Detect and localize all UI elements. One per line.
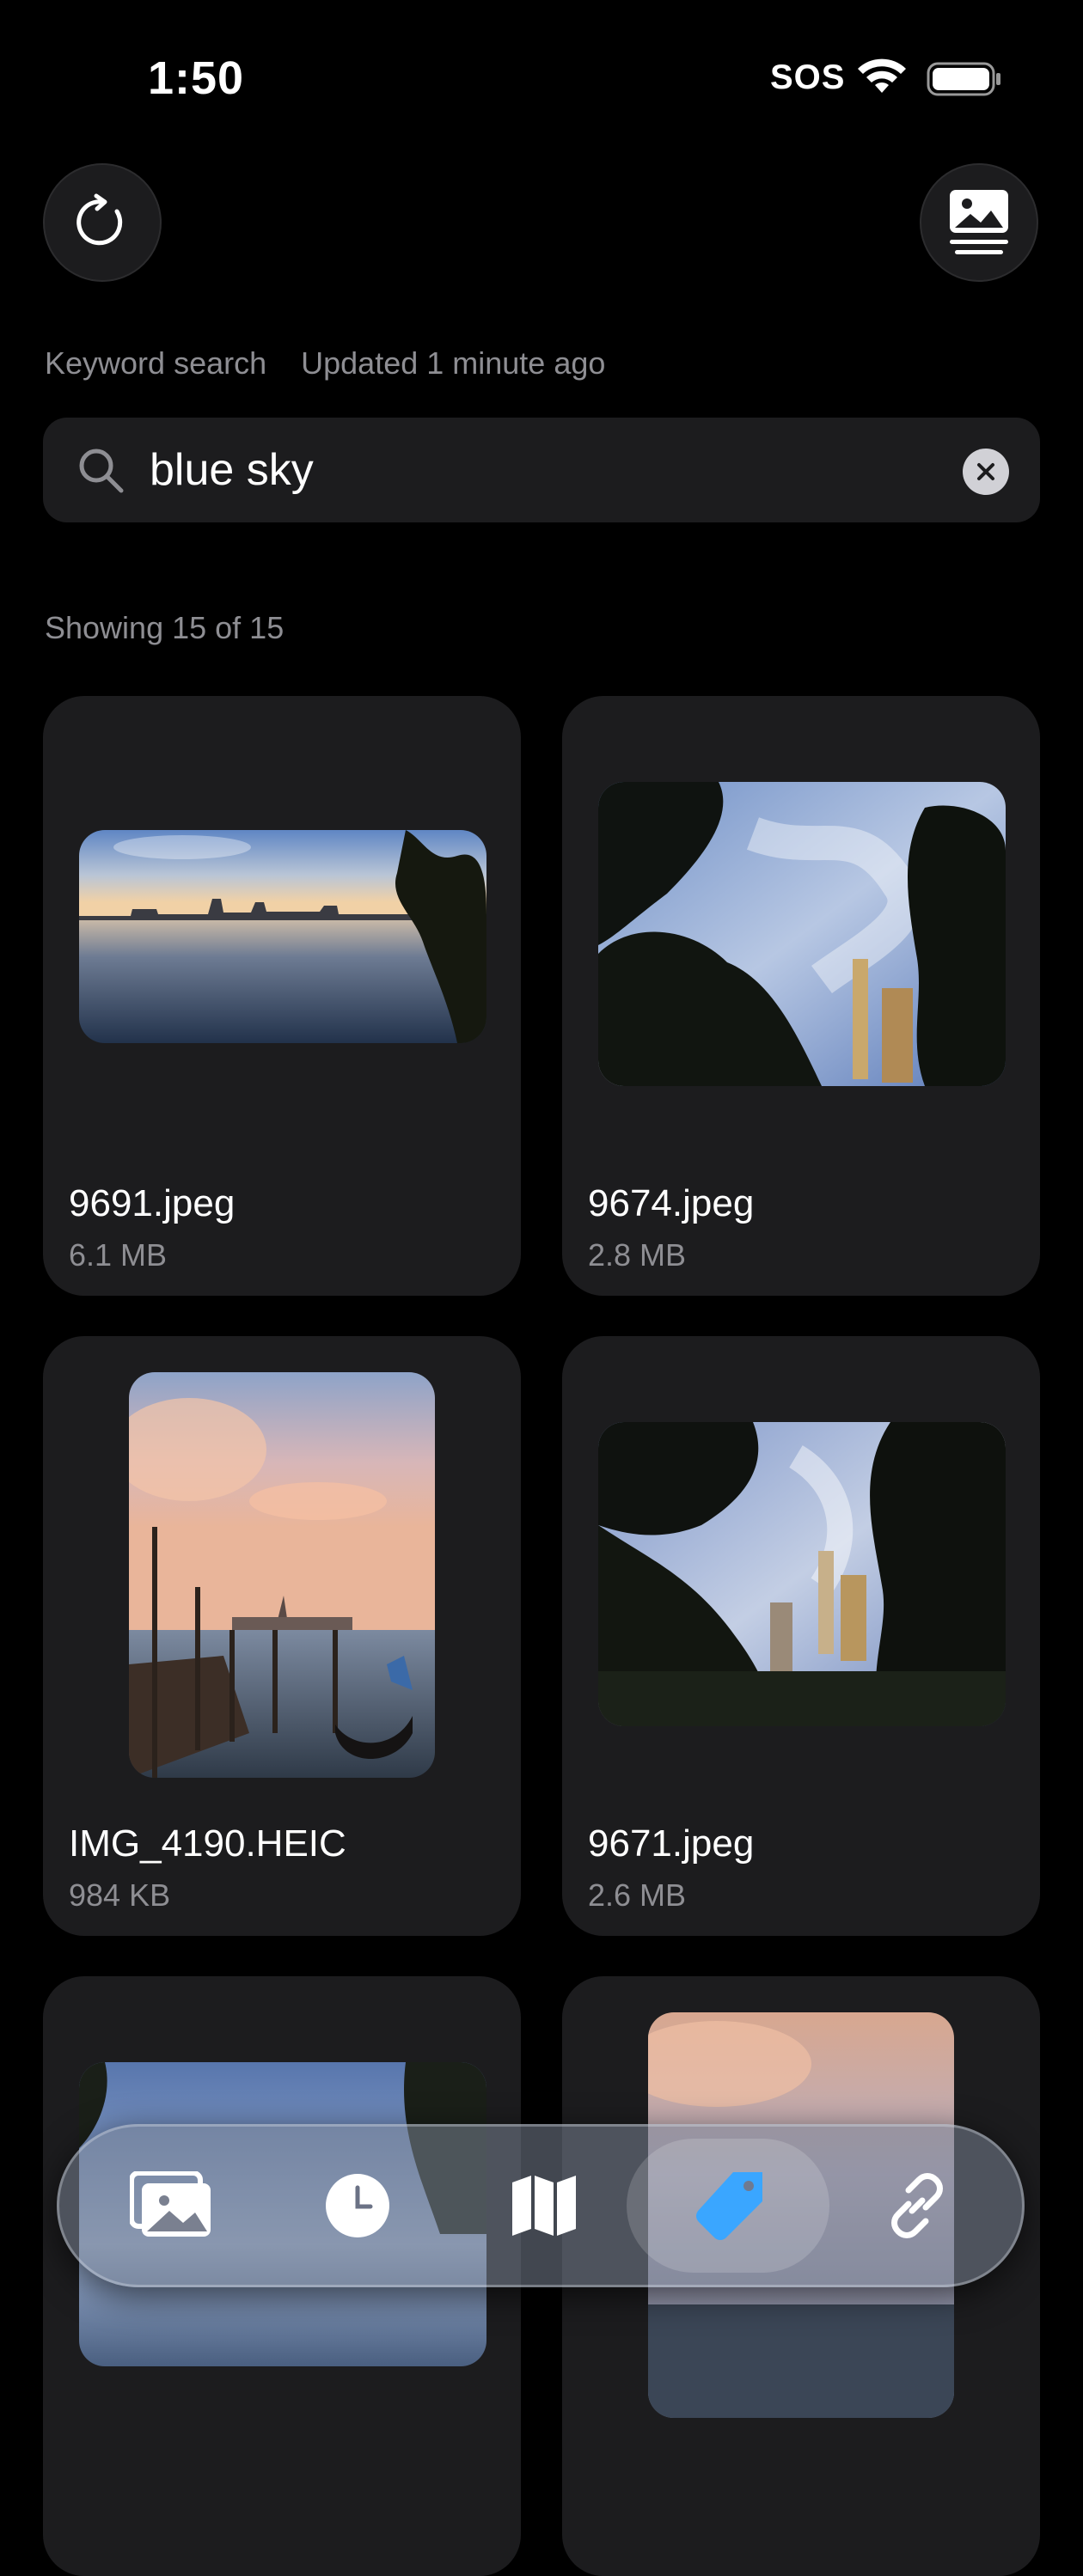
- status-time: 1:50: [148, 52, 245, 104]
- status-bar: 1:50 SOS: [0, 0, 1083, 155]
- search-input[interactable]: blue sky: [150, 443, 314, 497]
- tag-icon: [696, 2172, 762, 2240]
- results-summary: Showing 15 of 15: [45, 610, 285, 645]
- photo-size: 2.8 MB: [588, 1237, 687, 1273]
- search-mode-label[interactable]: Keyword search: [45, 345, 266, 382]
- photo-card[interactable]: IMG_4190.HEIC 984 KB: [43, 1336, 521, 1936]
- search-icon: [79, 449, 124, 493]
- link-icon: [891, 2173, 943, 2238]
- photo-size: 6.1 MB: [69, 1237, 168, 1273]
- tab-links[interactable]: [831, 2127, 1003, 2285]
- gallery-list-button[interactable]: [920, 163, 1038, 282]
- updated-label: Updated 1 minute ago: [301, 345, 606, 381]
- photo-card[interactable]: 9691.jpeg 6.1 MB: [43, 696, 521, 1296]
- photo-size: 984 KB: [69, 1877, 171, 1913]
- refresh-button[interactable]: [43, 163, 162, 282]
- map-icon: [512, 2176, 576, 2236]
- photo-card[interactable]: 9671.jpeg 2.6 MB: [562, 1336, 1040, 1936]
- tab-tags[interactable]: [645, 2127, 817, 2285]
- wifi-icon: [858, 58, 906, 93]
- photo-name: 9674.jpeg: [588, 1182, 755, 1224]
- clock-icon: [326, 2174, 389, 2237]
- tab-map[interactable]: [458, 2127, 630, 2285]
- photo-thumbnail: [598, 782, 1006, 1086]
- photo-thumbnail: [129, 1372, 435, 1778]
- photo-thumbnail: [598, 1422, 1006, 1726]
- battery-icon: [927, 62, 1000, 96]
- photo-name: IMG_4190.HEIC: [69, 1822, 346, 1865]
- tab-bar: [57, 2124, 1025, 2287]
- photos-icon: [130, 2171, 211, 2237]
- tab-recent[interactable]: [272, 2127, 444, 2285]
- search-meta: Keyword search Updated 1 minute ago: [45, 345, 605, 382]
- photo-name: 9671.jpeg: [588, 1822, 755, 1865]
- photo-size: 2.6 MB: [588, 1877, 687, 1913]
- search-field[interactable]: blue sky: [43, 418, 1040, 522]
- refresh-icon: [76, 193, 123, 246]
- close-icon: [977, 463, 994, 480]
- tab-photos[interactable]: [85, 2127, 257, 2285]
- status-carrier: SOS: [770, 58, 846, 96]
- clear-search-button[interactable]: [963, 449, 1009, 495]
- photo-card[interactable]: 9674.jpeg 2.8 MB: [562, 696, 1040, 1296]
- gallery-list-icon: [950, 190, 1008, 254]
- photo-name: 9691.jpeg: [69, 1182, 236, 1224]
- photo-thumbnail: [79, 830, 486, 1043]
